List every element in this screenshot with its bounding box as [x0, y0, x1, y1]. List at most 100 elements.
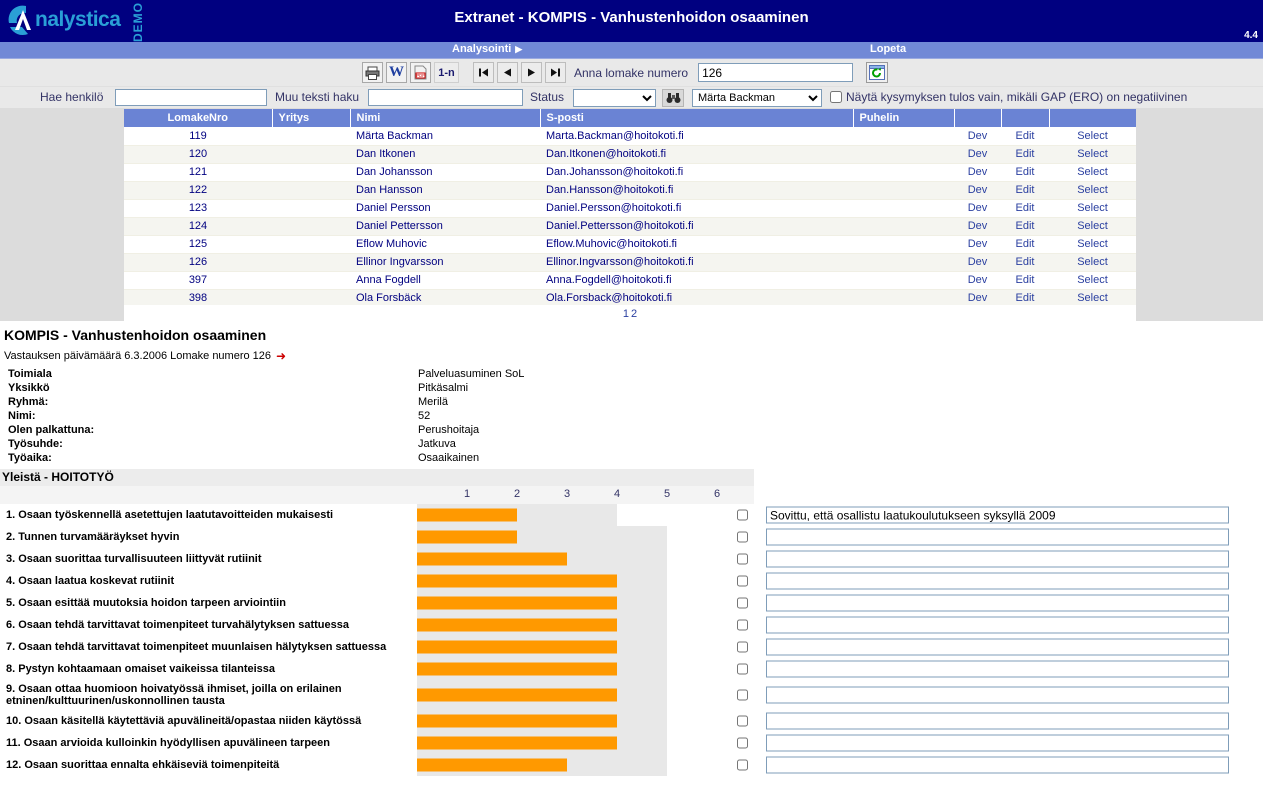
- cell-select[interactable]: Select: [1049, 163, 1136, 182]
- cell-edit[interactable]: Edit: [1001, 217, 1049, 236]
- edit-link[interactable]: Edit: [1016, 292, 1035, 304]
- edit-link[interactable]: Edit: [1016, 274, 1035, 286]
- question-comment-input[interactable]: [766, 712, 1229, 730]
- table-row[interactable]: 124 Daniel Pettersson Daniel.Pettersson@ho…: [124, 217, 1136, 236]
- edit-link[interactable]: Edit: [1016, 166, 1035, 178]
- question-checkbox[interactable]: [737, 737, 748, 749]
- question-checkbox[interactable]: [737, 759, 748, 771]
- cell-select[interactable]: Select: [1049, 199, 1136, 218]
- column-header-puhelin[interactable]: Puhelin: [853, 109, 955, 127]
- table-row[interactable]: 121 Dan Johansson Dan.Johansson@hoitokoti.…: [124, 163, 1136, 182]
- edit-link[interactable]: Edit: [1016, 220, 1035, 232]
- dev-link[interactable]: Dev: [968, 292, 988, 304]
- refresh-icon[interactable]: [866, 62, 888, 83]
- previous-page-icon[interactable]: [497, 62, 518, 83]
- dev-link[interactable]: Dev: [968, 166, 988, 178]
- pager-page-1[interactable]: 1: [623, 308, 629, 320]
- question-checkbox[interactable]: [737, 641, 748, 653]
- question-comment-input[interactable]: [766, 594, 1229, 612]
- cell-dev[interactable]: Dev: [954, 271, 1001, 290]
- question-comment-input[interactable]: [766, 550, 1229, 568]
- word-export-icon[interactable]: W: [386, 62, 407, 83]
- cell-select[interactable]: Select: [1049, 145, 1136, 164]
- table-row[interactable]: 397 Anna Fogdell Anna.Fogdell@hoitokoti.fi…: [124, 271, 1136, 290]
- cell-edit[interactable]: Edit: [1001, 145, 1049, 164]
- question-comment-input[interactable]: [766, 734, 1229, 752]
- binoculars-icon[interactable]: [662, 89, 684, 107]
- select-link[interactable]: Select: [1077, 148, 1108, 160]
- menu-item-lopeta[interactable]: Lopeta: [870, 43, 906, 55]
- gap-filter-checkbox[interactable]: [830, 91, 842, 103]
- edit-link[interactable]: Edit: [1016, 130, 1035, 142]
- cell-edit[interactable]: Edit: [1001, 163, 1049, 182]
- pager-page-2[interactable]: 2: [631, 308, 637, 320]
- select-link[interactable]: Select: [1077, 166, 1108, 178]
- question-checkbox[interactable]: [737, 689, 748, 701]
- printer-icon[interactable]: [362, 62, 383, 83]
- status-select[interactable]: [573, 89, 656, 107]
- cell-dev[interactable]: Dev: [954, 127, 1001, 146]
- menu-item-analysointi[interactable]: Analysointi ▶: [452, 43, 522, 55]
- question-checkbox[interactable]: [737, 619, 748, 631]
- dev-link[interactable]: Dev: [968, 184, 988, 196]
- question-checkbox[interactable]: [737, 531, 748, 543]
- cell-dev[interactable]: Dev: [954, 163, 1001, 182]
- cell-edit[interactable]: Edit: [1001, 271, 1049, 290]
- column-header-nimi[interactable]: Nimi: [350, 109, 541, 127]
- cell-edit[interactable]: Edit: [1001, 235, 1049, 254]
- pdf-export-icon[interactable]: PDF: [410, 62, 431, 83]
- cell-select[interactable]: Select: [1049, 217, 1136, 236]
- question-checkbox[interactable]: [737, 575, 748, 587]
- cell-dev[interactable]: Dev: [954, 253, 1001, 272]
- column-header-lomakenro[interactable]: LomakeNro: [124, 109, 273, 127]
- select-link[interactable]: Select: [1077, 274, 1108, 286]
- cell-edit[interactable]: Edit: [1001, 181, 1049, 200]
- question-comment-input[interactable]: [766, 756, 1229, 774]
- dev-link[interactable]: Dev: [968, 238, 988, 250]
- other-text-search-input[interactable]: [368, 89, 523, 106]
- select-link[interactable]: Select: [1077, 202, 1108, 214]
- dev-link[interactable]: Dev: [968, 256, 988, 268]
- table-row[interactable]: 123 Daniel Persson Daniel.Persson@hoitokot…: [124, 199, 1136, 218]
- select-link[interactable]: Select: [1077, 130, 1108, 142]
- question-comment-input[interactable]: [766, 616, 1229, 634]
- dev-link[interactable]: Dev: [968, 274, 988, 286]
- cell-dev[interactable]: Dev: [954, 181, 1001, 200]
- last-page-icon[interactable]: [545, 62, 566, 83]
- table-row[interactable]: 125 Eflow Muhovic Eflow.Muhovic@hoitokoti.…: [124, 235, 1136, 254]
- question-comment-input[interactable]: [766, 638, 1229, 656]
- cell-dev[interactable]: Dev: [954, 235, 1001, 254]
- next-page-icon[interactable]: [521, 62, 542, 83]
- edit-link[interactable]: Edit: [1016, 202, 1035, 214]
- select-link[interactable]: Select: [1077, 256, 1108, 268]
- dev-link[interactable]: Dev: [968, 220, 988, 232]
- cell-select[interactable]: Select: [1049, 271, 1136, 290]
- select-link[interactable]: Select: [1077, 220, 1108, 232]
- question-comment-input[interactable]: [766, 572, 1229, 590]
- question-checkbox[interactable]: [737, 715, 748, 727]
- cell-select[interactable]: Select: [1049, 127, 1136, 146]
- table-row[interactable]: 119 Märta Backman Marta.Backman@hoitokoti.…: [124, 127, 1136, 146]
- question-checkbox[interactable]: [737, 509, 748, 521]
- first-page-icon[interactable]: [473, 62, 494, 83]
- select-link[interactable]: Select: [1077, 292, 1108, 304]
- cell-edit[interactable]: Edit: [1001, 253, 1049, 272]
- dev-link[interactable]: Dev: [968, 148, 988, 160]
- question-checkbox[interactable]: [737, 663, 748, 675]
- dev-link[interactable]: Dev: [968, 130, 988, 142]
- question-checkbox[interactable]: [737, 597, 748, 609]
- column-header-sposti[interactable]: S-posti: [540, 109, 854, 127]
- cell-dev[interactable]: Dev: [954, 217, 1001, 236]
- select-link[interactable]: Select: [1077, 238, 1108, 250]
- edit-link[interactable]: Edit: [1016, 256, 1035, 268]
- question-comment-input[interactable]: [766, 686, 1229, 704]
- edit-link[interactable]: Edit: [1016, 184, 1035, 196]
- person-search-input[interactable]: [115, 89, 267, 106]
- person-select[interactable]: Märta Backman: [692, 89, 822, 107]
- question-comment-input[interactable]: [766, 528, 1229, 546]
- cell-dev[interactable]: Dev: [954, 199, 1001, 218]
- question-checkbox[interactable]: [737, 553, 748, 565]
- cell-select[interactable]: Select: [1049, 253, 1136, 272]
- dev-link[interactable]: Dev: [968, 202, 988, 214]
- table-row[interactable]: 126 Ellinor Ingvarsson Ellinor.Ingvarsson@…: [124, 253, 1136, 272]
